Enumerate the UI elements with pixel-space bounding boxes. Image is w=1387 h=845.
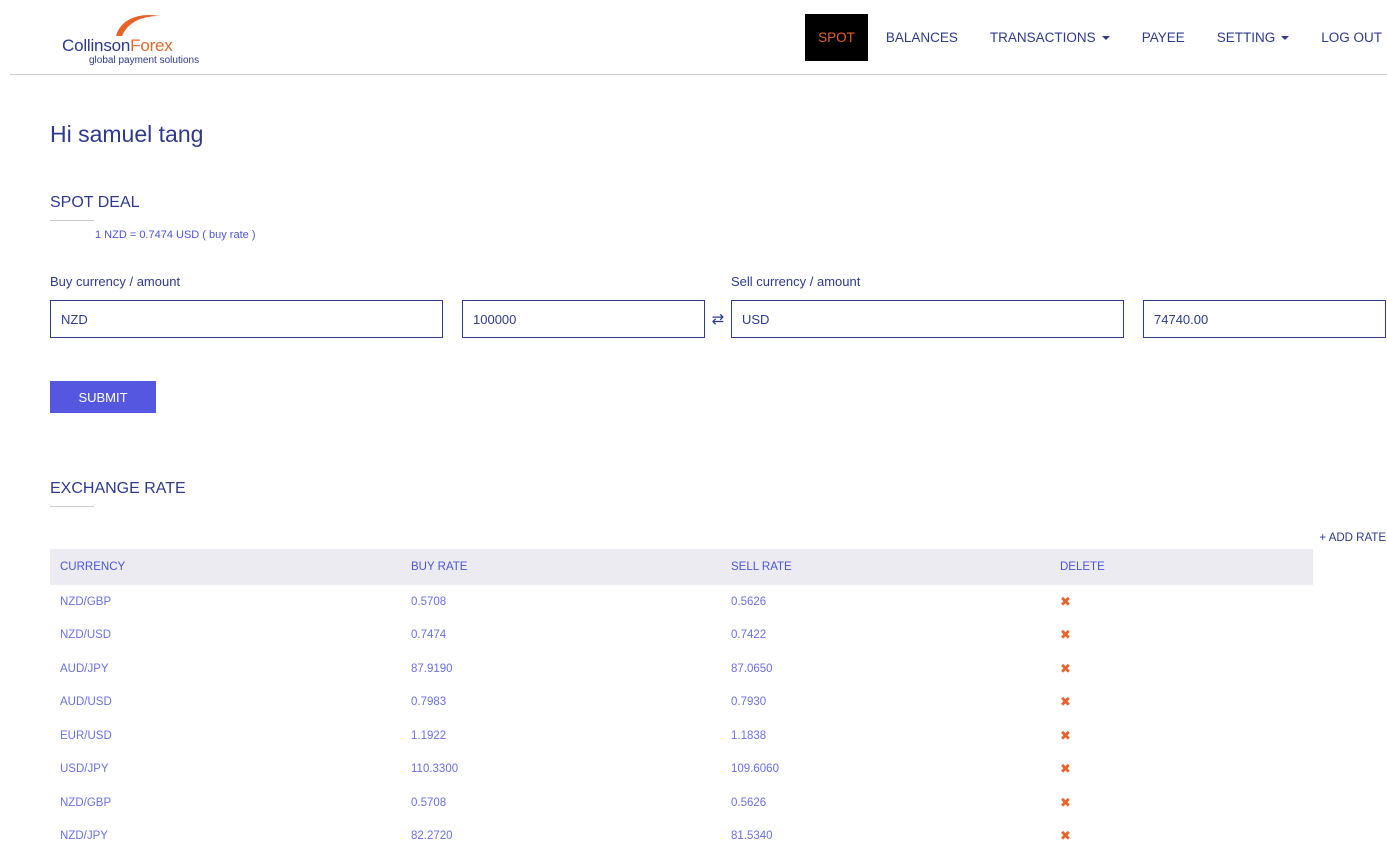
table-row: NZD/GBP 0.5708 0.5626 ✖ [50, 585, 1313, 619]
column-header-buy-rate: BUY RATE [401, 549, 721, 585]
buy-rate-cell: 1.1922 [411, 729, 447, 742]
logo[interactable]: CollinsonForex global payment solutions [62, 12, 262, 68]
logo-name-part2: Forex [130, 36, 173, 55]
delete-cell: ✖ [1050, 585, 1313, 619]
table-row: USD/JPY 110.3300 109.6060 ✖ [50, 753, 1313, 787]
buy-rate-cell: 0.7474 [411, 629, 447, 642]
column-header-currency: CURRENCY [50, 549, 401, 585]
nav-setting-label: SETTING [1216, 30, 1276, 45]
table-row: NZD/USD 0.7474 0.7422 ✖ [50, 619, 1313, 653]
sell-rate-cell: 0.7422 [731, 629, 767, 642]
table-row: AUD/JPY 87.9190 87.0650 ✖ [50, 652, 1313, 686]
column-header-sell-rate: SELL RATE [721, 549, 1050, 585]
buy-amount-input[interactable] [462, 300, 705, 338]
nav-setting[interactable]: SETTING [1201, 14, 1306, 61]
exchange-rate-title: EXCHANGE RATE [50, 480, 186, 497]
delete-icon[interactable]: ✖ [1060, 728, 1071, 744]
delete-icon[interactable]: ✖ [1060, 694, 1071, 710]
header: CollinsonForex global payment solutions … [0, 0, 1387, 75]
sell-label: Sell currency / amount [731, 274, 861, 289]
table-row: AUD/USD 0.7983 0.7930 ✖ [50, 686, 1313, 720]
exchange-rate-table: CURRENCY BUY RATE SELL RATE DELETE NZD/G… [50, 549, 1313, 845]
delete-icon[interactable]: ✖ [1060, 594, 1071, 610]
delete-icon[interactable]: ✖ [1060, 828, 1071, 844]
spot-deal-title: SPOT DEAL [50, 194, 140, 211]
currency-cell: EUR/USD [60, 729, 112, 742]
delete-icon[interactable]: ✖ [1060, 795, 1071, 811]
buy-rate-cell: 0.5708 [411, 796, 447, 809]
table-row: EUR/USD 1.1922 1.1838 ✖ [50, 719, 1313, 753]
sell-rate-cell: 0.5626 [731, 796, 767, 809]
table-header-row: CURRENCY BUY RATE SELL RATE DELETE [50, 549, 1313, 585]
nav-transactions[interactable]: TRANSACTIONS [974, 14, 1126, 61]
delete-cell: ✖ [1050, 652, 1313, 686]
delete-icon[interactable]: ✖ [1060, 661, 1071, 677]
currency-cell: USD/JPY [60, 763, 109, 776]
buy-rate-cell: 0.5708 [411, 595, 447, 608]
logo-tagline: global payment solutions [89, 55, 200, 66]
caret-down-icon [1281, 36, 1290, 40]
nav-transactions-label: TRANSACTIONS [989, 30, 1096, 45]
sell-amount-input[interactable] [1143, 300, 1386, 338]
greeting: Hi samuel tang [50, 121, 204, 147]
submit-button[interactable]: SUBMIT [50, 381, 156, 413]
delete-cell: ✖ [1050, 820, 1313, 845]
sell-rate-cell: 87.0650 [731, 662, 773, 675]
sell-currency-input[interactable] [731, 300, 1124, 338]
header-divider [10, 74, 1387, 75]
add-rate-link[interactable]: + ADD RATE [1319, 532, 1386, 544]
sell-rate-cell: 109.6060 [731, 763, 779, 776]
logo-name: CollinsonForex [62, 36, 173, 56]
table-row: NZD/JPY 82.2720 81.5340 ✖ [50, 820, 1313, 845]
currency-cell: NZD/USD [60, 629, 112, 642]
delete-cell: ✖ [1050, 753, 1313, 787]
nav-balances[interactable]: BALANCES [870, 14, 974, 61]
delete-cell: ✖ [1050, 719, 1313, 753]
currency-cell: AUD/USD [60, 696, 112, 709]
currency-cell: NZD/GBP [60, 595, 112, 608]
nav-payee[interactable]: PAYEE [1126, 14, 1201, 61]
nav-logout[interactable]: LOG OUT [1305, 14, 1387, 61]
delete-icon[interactable]: ✖ [1060, 761, 1071, 777]
buy-rate-cell: 82.2720 [411, 830, 453, 843]
currency-cell: AUD/JPY [60, 662, 109, 675]
delete-cell: ✖ [1050, 786, 1313, 820]
buy-rate-cell: 0.7983 [411, 696, 447, 709]
delete-icon[interactable]: ✖ [1060, 627, 1071, 643]
exchange-rate-underline [50, 506, 94, 507]
delete-cell: ✖ [1050, 619, 1313, 653]
sell-rate-cell: 81.5340 [731, 830, 773, 843]
rate-note: 1 NZD = 0.7474 USD ( buy rate ) [95, 229, 256, 241]
buy-rate-cell: 110.3300 [411, 763, 459, 776]
logo-swoosh-icon [116, 14, 160, 36]
nav-spot[interactable]: SPOT [805, 14, 868, 61]
sell-rate-cell: 0.5626 [731, 595, 767, 608]
table-row: NZD/GBP 0.5708 0.5626 ✖ [50, 786, 1313, 820]
currency-cell: NZD/JPY [60, 830, 108, 843]
column-header-delete: DELETE [1050, 549, 1313, 585]
buy-rate-cell: 87.9190 [411, 662, 453, 675]
main-nav: SPOT BALANCES TRANSACTIONS PAYEE SETTING… [805, 14, 1387, 61]
sell-rate-cell: 1.1838 [731, 729, 767, 742]
spot-deal-underline [50, 220, 94, 221]
sell-rate-cell: 0.7930 [731, 696, 767, 709]
logo-name-part1: Collinson [62, 36, 131, 55]
buy-label: Buy currency / amount [50, 274, 181, 289]
delete-cell: ✖ [1050, 686, 1313, 720]
buy-currency-input[interactable] [50, 300, 443, 338]
swap-icon[interactable]: ⇄ [709, 311, 727, 329]
currency-cell: NZD/GBP [60, 796, 112, 809]
caret-down-icon [1101, 36, 1110, 40]
